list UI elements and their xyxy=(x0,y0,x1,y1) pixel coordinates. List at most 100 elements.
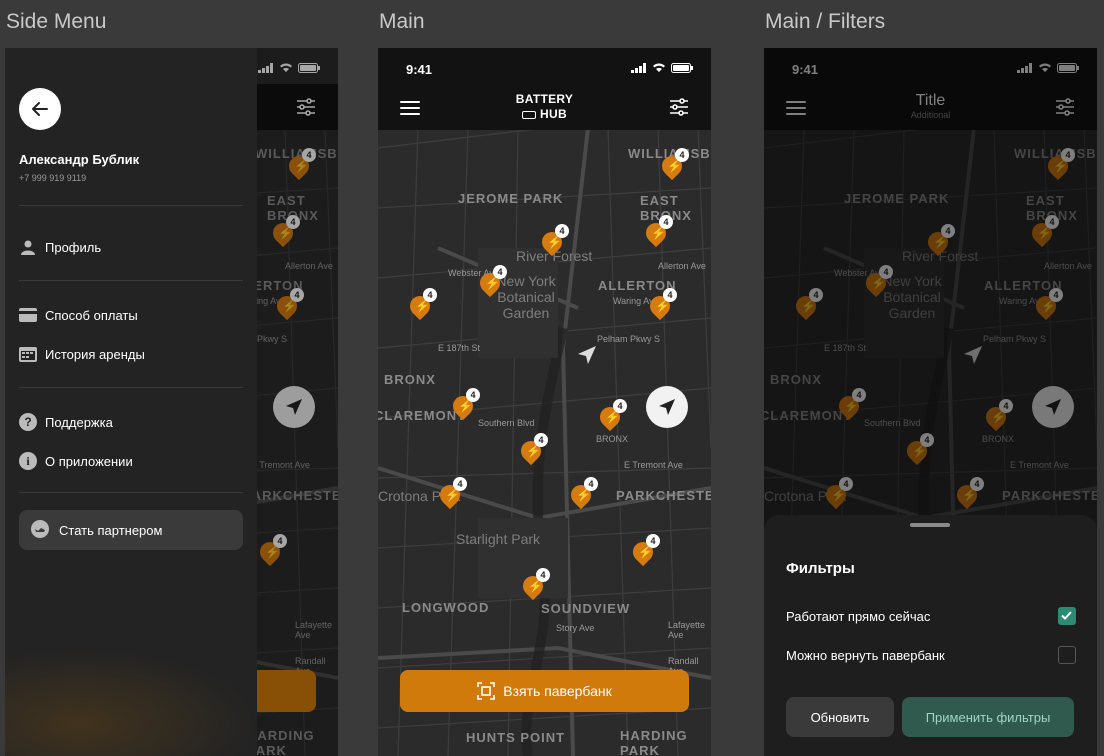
map-label: Allerton Ave xyxy=(658,261,706,271)
map-label: Starlight Park xyxy=(456,531,541,547)
filter-option-label: Можно вернуть павербанк xyxy=(786,647,945,663)
powerbank-station-pin[interactable]: ⚡4 xyxy=(641,215,673,248)
arrow-left-icon xyxy=(32,102,48,116)
menu-item-payment[interactable]: Способ оплаты xyxy=(19,303,243,327)
menu-item-support[interactable]: ? Поддержка xyxy=(19,410,243,434)
pin-count-badge: 4 xyxy=(584,477,598,491)
map-label: Lafayette Ave xyxy=(668,620,706,640)
partner-icon xyxy=(31,519,49,541)
qr-scan-icon xyxy=(477,682,496,700)
user-name: Александр Бублик xyxy=(19,152,140,167)
powerbank-station-pin[interactable]: ⚡4 xyxy=(657,148,689,181)
checkbox-open-now[interactable] xyxy=(1058,607,1076,625)
menu-item-about[interactable]: i О приложении xyxy=(19,449,243,473)
main-screen: WILLIAMSBRIDGEJEROME PARKEAST BRONXALLER… xyxy=(378,48,711,756)
frame-title-side-menu: Side Menu xyxy=(6,10,107,33)
decorative-glow xyxy=(5,648,257,756)
checkbox-return[interactable] xyxy=(1058,646,1076,664)
divider xyxy=(19,492,243,493)
map-label: PARKCHESTER xyxy=(616,488,711,503)
battery-icon xyxy=(522,111,537,119)
pin-count-badge: 4 xyxy=(613,399,627,413)
pin-count-badge: 4 xyxy=(493,265,507,279)
map-label: HARDING PARK xyxy=(620,728,688,756)
map-label: EAST BRONX xyxy=(640,193,691,223)
back-button[interactable] xyxy=(19,88,61,130)
powerbank-station-pin[interactable]: ⚡4 xyxy=(518,568,550,601)
map-label: LONGWOOD xyxy=(402,600,490,615)
filters-bottom-sheet: Фильтры Работают прямо сейчас Можно верн… xyxy=(764,515,1097,756)
question-icon: ? xyxy=(19,413,37,431)
battery-icon xyxy=(671,63,693,73)
calendar-icon xyxy=(19,345,37,363)
pin-count-badge: 4 xyxy=(659,215,673,229)
menu-item-profile[interactable]: Профиль xyxy=(19,235,243,259)
powerbank-station-pin[interactable]: ⚡4 xyxy=(405,288,437,321)
status-icons xyxy=(631,63,693,73)
map-label: BRONX xyxy=(596,434,629,444)
menu-item-label: О приложении xyxy=(45,453,133,469)
apply-filters-button[interactable]: Применить фильтры xyxy=(902,697,1074,737)
powerbank-station-pin[interactable]: ⚡4 xyxy=(475,265,507,298)
sheet-handle[interactable] xyxy=(910,523,950,527)
map-label: E 187th St xyxy=(438,343,481,353)
map-label: Pelham Pkwy S xyxy=(597,334,661,344)
powerbank-station-pin[interactable]: ⚡4 xyxy=(628,534,660,567)
logo-line-2: HUB xyxy=(378,107,711,122)
powerbank-station-pin[interactable]: ⚡4 xyxy=(537,224,569,257)
powerbank-station-pin[interactable]: ⚡4 xyxy=(448,388,480,421)
locate-me-button[interactable] xyxy=(646,386,688,428)
map-label: HUNTS POINT xyxy=(466,730,566,745)
filters-screen: WILLIAMSBRIDGEJEROME PARKEAST BRONXALLER… xyxy=(764,48,1097,756)
map-label: SOUNDVIEW xyxy=(541,601,631,616)
user-location-icon xyxy=(578,346,596,364)
powerbank-station-pin[interactable]: ⚡4 xyxy=(435,477,467,510)
pin-count-badge: 4 xyxy=(663,288,677,302)
menu-item-history[interactable]: История аренды xyxy=(19,342,243,366)
pin-count-badge: 4 xyxy=(536,568,550,582)
become-partner-button[interactable]: Стать партнером xyxy=(19,510,243,550)
checkmark-icon xyxy=(1061,611,1072,620)
divider xyxy=(19,280,243,281)
signal-icon xyxy=(631,63,646,73)
side-menu-screen: WILLIAMSBRIDGEJEROME PARKEAST BRONXALLER… xyxy=(5,48,338,756)
side-menu-panel: Александр Бублик +7 999 919 9119 Профиль… xyxy=(5,48,257,756)
pin-count-badge: 4 xyxy=(453,477,467,491)
powerbank-station-pin[interactable]: ⚡4 xyxy=(595,399,627,432)
navigation-arrow-icon xyxy=(659,399,675,415)
filter-icon[interactable] xyxy=(669,98,689,116)
filter-option-open-now[interactable]: Работают прямо сейчас xyxy=(786,606,1076,626)
pin-count-badge: 4 xyxy=(675,148,689,162)
wifi-icon xyxy=(653,63,665,72)
powerbank-station-pin[interactable]: ⚡4 xyxy=(645,288,677,321)
frame-title-main: Main xyxy=(379,10,425,33)
pin-count-badge: 4 xyxy=(466,388,480,402)
pin-count-badge: 4 xyxy=(555,224,569,238)
main-appbar: BATTERY HUB xyxy=(378,84,711,130)
svg-text:?: ? xyxy=(24,415,31,429)
menu-item-label: Поддержка xyxy=(45,414,113,430)
pin-count-badge: 4 xyxy=(534,433,548,447)
map-label: E Tremont Ave xyxy=(624,460,683,470)
status-time: 9:41 xyxy=(406,62,433,77)
menu-item-label: Профиль xyxy=(45,239,102,255)
powerbank-station-pin[interactable]: ⚡4 xyxy=(566,477,598,510)
credit-card-icon xyxy=(19,306,37,324)
logo-line-1: BATTERY xyxy=(515,92,574,106)
refresh-button[interactable]: Обновить xyxy=(786,697,894,737)
map-label: BRONX xyxy=(384,372,436,387)
take-powerbank-label: Взять павербанк xyxy=(503,683,612,699)
filter-option-return[interactable]: Можно вернуть павербанк xyxy=(786,645,1076,665)
sheet-title: Фильтры xyxy=(786,560,855,577)
person-icon xyxy=(19,238,37,256)
frame-title-filters: Main / Filters xyxy=(765,10,886,33)
take-powerbank-button[interactable]: Взять павербанк xyxy=(400,670,689,712)
menu-item-label: Способ оплаты xyxy=(45,307,138,323)
info-icon: i xyxy=(19,452,37,470)
powerbank-station-pin[interactable]: ⚡4 xyxy=(516,433,548,466)
map-label: Story Ave xyxy=(556,623,595,633)
pin-count-badge: 4 xyxy=(423,288,437,302)
pin-count-badge: 4 xyxy=(646,534,660,548)
map-label: Southern Blvd xyxy=(478,418,535,428)
partner-label: Стать партнером xyxy=(59,522,163,538)
